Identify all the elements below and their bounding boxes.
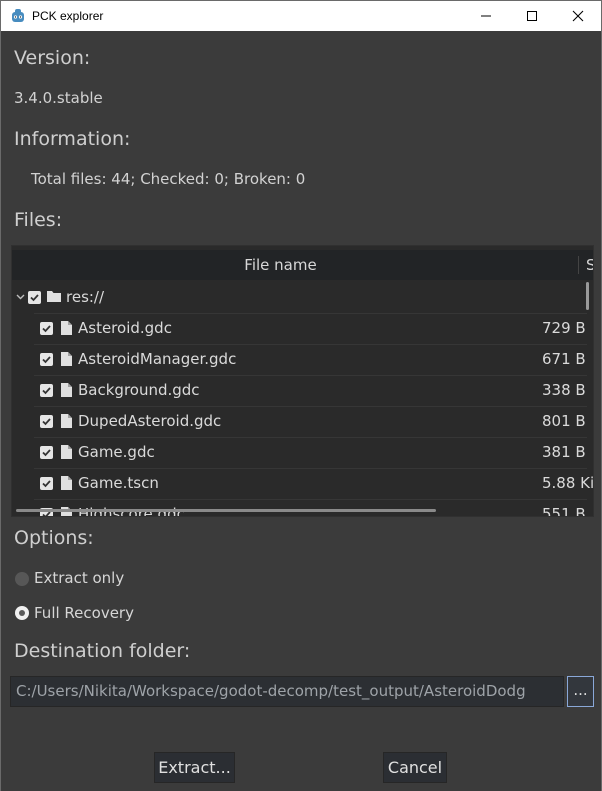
file-icon [61,414,72,428]
title-bar[interactable]: PCK explorer [1,1,601,31]
tree-root-label: res:// [66,288,105,306]
file-checkbox[interactable] [40,353,53,366]
column-separator [578,256,579,274]
file-name: Game.tscn [78,474,159,492]
destination-folder-label: Destination folder: [14,640,191,662]
information-value: Total files: 44; Checked: 0; Broken: 0 [31,170,306,188]
root-checkbox[interactable] [28,291,41,304]
full-recovery-label[interactable]: Full Recovery [34,604,134,622]
checkmark-icon [42,356,51,364]
checkmark-icon [30,294,39,302]
maximize-icon [527,11,537,21]
browse-button[interactable]: ... [567,676,594,707]
file-icon [61,383,72,397]
file-name: Game.gdc [78,443,155,461]
vertical-scrollbar[interactable] [586,282,589,310]
checkmark-icon [42,480,51,488]
file-row[interactable]: Asteroid.gdc 729 B [12,313,587,344]
file-row[interactable]: Game.tscn 5.88 Ki [12,468,593,499]
file-icon [61,321,72,335]
file-size: 338 B [542,381,586,399]
file-checkbox[interactable] [40,446,53,459]
file-name: Background.gdc [78,381,200,399]
file-size: 381 B [542,443,586,461]
minimize-icon [481,15,491,17]
information-label: Information: [14,128,131,150]
version-label: Version: [14,47,91,69]
files-tree[interactable]: File name S res:// Asteroid.gdc729 BAste… [11,245,594,517]
file-size: 5.88 Ki [542,474,594,492]
checkmark-icon [42,387,51,395]
tree-header: File name S [12,250,593,280]
file-size: 801 B [542,412,586,430]
file-size: 729 B [542,319,586,337]
version-value: 3.4.0.stable [14,89,103,107]
file-checkbox[interactable] [40,415,53,428]
pck-explorer-window: PCK explorer Version: 3.4.0.stable Infor… [0,0,602,791]
dialog-content: Version: 3.4.0.stable Information: Total… [1,31,601,791]
window-title: PCK explorer [32,9,104,23]
full-recovery-radio[interactable] [15,606,29,620]
extract-button[interactable]: Extract... [154,752,235,783]
file-checkbox[interactable] [40,477,53,490]
file-size: 551 B [542,505,586,517]
extract-only-radio[interactable] [15,572,29,586]
file-row[interactable]: Game.gdc 381 B [12,437,587,468]
options-label: Options: [14,527,94,549]
file-size: 671 B [542,350,586,368]
file-icon [61,445,72,459]
files-label: Files: [14,209,63,231]
close-button[interactable] [555,1,601,31]
godot-app-icon [10,8,26,24]
checkmark-icon [42,325,51,333]
checkmark-icon [42,418,51,426]
file-row[interactable]: Background.gdc 338 B [12,375,587,406]
file-row[interactable]: DupedAsteroid.gdc 801 B [12,406,587,437]
checkmark-icon [42,449,51,457]
tree-root-row[interactable]: res:// [12,282,587,313]
file-name: DupedAsteroid.gdc [78,412,222,430]
file-checkbox[interactable] [40,384,53,397]
folder-icon [47,291,61,302]
file-icon [61,352,72,366]
extract-only-label[interactable]: Extract only [34,569,124,587]
file-name: AsteroidManager.gdc [78,350,237,368]
file-row[interactable]: AsteroidManager.gdc 671 B [12,344,587,375]
file-icon [61,476,72,490]
minimize-button[interactable] [463,1,509,31]
column-header-file-name[interactable]: File name [12,250,549,280]
close-icon [572,10,584,22]
file-checkbox[interactable] [40,322,53,335]
column-header-size[interactable]: S [586,250,593,280]
destination-path-input[interactable]: C:/Users/Nikita/Workspace/godot-decomp/t… [10,676,564,707]
maximize-button[interactable] [509,1,555,31]
cancel-button[interactable]: Cancel [383,752,447,783]
horizontal-scrollbar[interactable] [16,509,436,512]
file-name: Asteroid.gdc [78,319,172,337]
file-row[interactable]: Highscore.gdc551 B [12,499,587,517]
chevron-down-icon[interactable] [16,294,25,300]
